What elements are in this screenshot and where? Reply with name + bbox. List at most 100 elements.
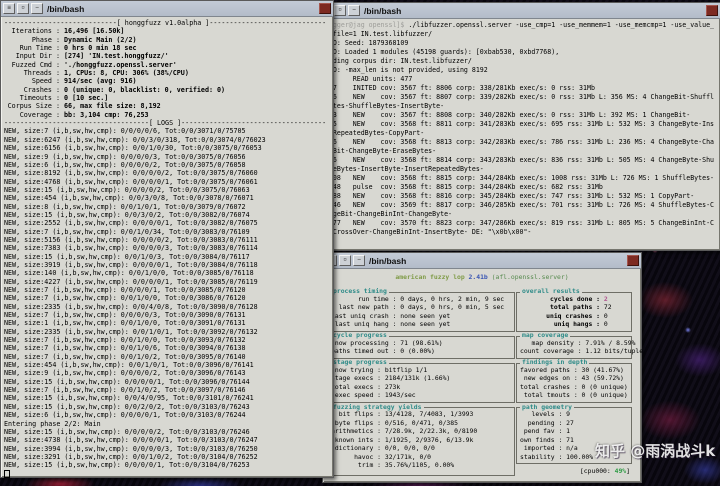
stat-value: 0 (unique: 0, blacklist: 0, verified: 0) (64, 85, 226, 94)
honggfuzz-header-separator: ----------------------------[ honggfuzz … (4, 19, 327, 27)
afl-banner: american fuzzy lop 2.41b (afl.openssl.se… (327, 273, 637, 282)
libfuzzer-terminal-content[interactable]: [jagger@jag openssl]$ ./libfuzzer.openss… (318, 19, 720, 248)
process-timing-lines: run time : 0 days, 0 hrs, 2 min, 9 sec l… (331, 294, 505, 329)
afl-target: (afl.openssl.server) (491, 273, 569, 281)
libfuzzer-titlebar[interactable]: ≡ ▫ − /bin/bash (318, 3, 720, 19)
kv-value: 0 (603, 320, 608, 329)
stat-row-threads: Threads : 1, CPUs: 8, CPU: 306% (38%/CPU… (4, 69, 330, 77)
honggfuzz-log-lines: NEW, size:7 (i,b,sw,hw,cmp): 0/0/0/0/6, … (4, 127, 266, 470)
stat-value: 16,496 [16.50k] (64, 27, 125, 36)
stat-label: Fuzzed Cmd : (11, 60, 60, 69)
fuzzing-strategy-yields-lines: bit flips : 13/4128, 7/4083, 1/3993 byte… (331, 410, 478, 470)
command-line: [jagger@jag openssl]$ ./libfuzzer.openss… (321, 21, 717, 39)
terminal-cursor (4, 469, 10, 478)
kv-value: 2 (603, 294, 608, 303)
overall-results-box: overall results cycles done : 2 total pa… (516, 288, 632, 332)
fuzzing-strategy-yields-box: fuzzing strategy yields bit flips : 13/4… (327, 402, 515, 476)
kv-label: cycles done : (549, 294, 600, 303)
fuzzing-strategy-yields-title: fuzzing strategy yields (331, 402, 424, 411)
afl-terminal-window: ≡ ▫ − /bin/bash american fuzzy lop 2.41b… (322, 252, 644, 483)
stat-value: 0 hrs 0 min 18 sec (64, 44, 137, 53)
stat-row-crashes: Crashes : 0 (unique: 0, blacklist: 0, ve… (4, 86, 330, 94)
stat-label: Speed : (31, 77, 60, 86)
cycle-progress-lines: now processing : 71 (98.61%) paths timed… (331, 338, 443, 356)
minimize-button[interactable]: − (348, 5, 360, 16)
cycle-progress-title: cycle progress (331, 331, 389, 340)
kv-row-uniq-hangs: uniq hangs : 0 (520, 320, 629, 329)
stat-row-corpussize: Corpus Size : 66, max file size: 8,192 (4, 102, 330, 110)
stat-value: 914/sec (avg: 916) (64, 77, 137, 86)
kv-row-cycles-done: cycles done : 2 (520, 295, 629, 304)
stat-label: Threads : (23, 69, 60, 78)
close-button[interactable] (627, 255, 639, 266)
kv-label: uniq crashes : (546, 311, 600, 320)
process-timing-title: process timing (331, 287, 389, 296)
stat-label: Run Time : (19, 44, 60, 53)
restore-button[interactable]: ▫ (339, 255, 351, 266)
minimize-button[interactable]: − (31, 3, 43, 14)
findings-in-depth-box: findings in depth favored paths : 30 (41… (516, 359, 632, 404)
afl-titlebar[interactable]: ≡ ▫ − /bin/bash (323, 253, 641, 269)
honggfuzz-titlebar[interactable]: ≡ ▫ − /bin/bash (1, 1, 333, 17)
desktop: { "colors": { "titlebar": "#b9c2cf", "cl… (0, 0, 720, 486)
stage-progress-box: stage progress now trying : bitflip 1/1 … (327, 359, 515, 404)
afl-terminal-content[interactable]: american fuzzy lop 2.41b (afl.openssl.se… (323, 269, 644, 478)
overall-results-title: overall results (520, 287, 582, 296)
honggfuzz-terminal-content[interactable]: ----------------------------[ honggfuzz … (1, 17, 333, 479)
stat-row-fuzzedcmd: Fuzzed Cmd : './honggfuzz.openssl.server… (4, 61, 330, 69)
afl-version: 2.41b (468, 273, 488, 281)
stat-value: Dynamic Main (2/2) (64, 35, 137, 44)
stat-row-inputdir: Input Dir : [274] 'IN.test.honggfuzz/' (4, 52, 330, 60)
stat-label: Timeouts : (19, 94, 60, 103)
stat-value: 1, CPUs: 8, CPU: 306% (38%/CPU) (64, 69, 189, 78)
stat-row-phase: Phase : Dynamic Main (2/2) (4, 36, 330, 44)
cpu-value: 49% (614, 467, 627, 476)
minimize-button[interactable]: − (353, 255, 365, 266)
cycle-progress-box: cycle progress now processing : 71 (98.6… (327, 332, 515, 359)
restore-button[interactable]: ▫ (17, 3, 29, 14)
kv-label: total paths : (549, 303, 600, 312)
stat-row-iterations: Iterations : 16,496 [16.50k] (4, 27, 330, 35)
window-menu-button[interactable]: ≡ (3, 3, 15, 14)
path-geometry-title: path geometry (520, 402, 575, 411)
window-title: /bin/bash (369, 255, 407, 266)
stat-label: Corpus Size : (7, 102, 60, 111)
stat-value: [274] 'IN.test.honggfuzz/' (64, 52, 169, 61)
restore-button[interactable]: ▫ (334, 5, 346, 16)
stat-value: './honggfuzz.openssl.server' (64, 60, 177, 69)
logs-separator: ------------------------------------[ LO… (4, 119, 327, 128)
stat-row-speed: Speed : 914/sec (avg: 916) (4, 77, 330, 85)
kv-value: 72 (603, 303, 612, 312)
stat-value: 66, max file size: 8,192 (64, 102, 161, 111)
stage-progress-title: stage progress (331, 358, 389, 367)
cpu-suffix: ] (626, 467, 630, 476)
stat-row-runtime: Run Time : 0 hrs 0 min 18 sec (4, 44, 330, 52)
honggfuzz-terminal-window: ≡ ▫ − /bin/bash ------------------------… (0, 0, 334, 478)
window-title: /bin/bash (47, 3, 85, 14)
map-coverage-title: map coverage (520, 331, 571, 340)
stat-value: 0 [10 sec.] (64, 94, 109, 103)
stat-row-coverage: Coverage : bb: 3,104 cmp: 76,253 (4, 111, 330, 119)
close-button[interactable] (706, 5, 718, 16)
window-title: /bin/bash (364, 5, 402, 16)
close-button[interactable] (319, 3, 331, 14)
cpu-status: [cpu000: 49%] (516, 467, 632, 476)
path-geometry-cell: path geometry levels : 9 pending : 27 pe… (516, 403, 632, 476)
map-coverage-lines: map density : 7.91% / 8.59% count covera… (520, 338, 644, 356)
stat-label: Input Dir : (15, 52, 60, 61)
libfuzzer-output-lines: INFO: Seed: 1879368109 INFO: Loaded 1 mo… (321, 39, 715, 236)
cpu-label: [cpu000: (579, 467, 611, 476)
stat-label: Crashes : (23, 85, 60, 94)
stat-value: bb: 3,104 cmp: 76,253 (64, 110, 149, 119)
stat-label: Iterations : (11, 27, 60, 36)
kv-row-uniq-crashes: uniq crashes : 0 (520, 312, 629, 321)
stage-progress-lines: now trying : bitflip 1/1 stage execs : 2… (331, 365, 451, 400)
stat-label: Coverage : (19, 110, 60, 119)
findings-in-depth-title: findings in depth (520, 358, 590, 367)
kv-label: uniq hangs : (553, 320, 600, 329)
afl-name: american fuzzy lop (395, 273, 465, 281)
zhihu-watermark: 知乎 @雨涡战斗k (595, 442, 716, 460)
kv-value: 0 (603, 311, 608, 320)
kv-row-total-paths: total paths : 72 (520, 303, 629, 312)
stat-label: Phase : (31, 35, 60, 44)
